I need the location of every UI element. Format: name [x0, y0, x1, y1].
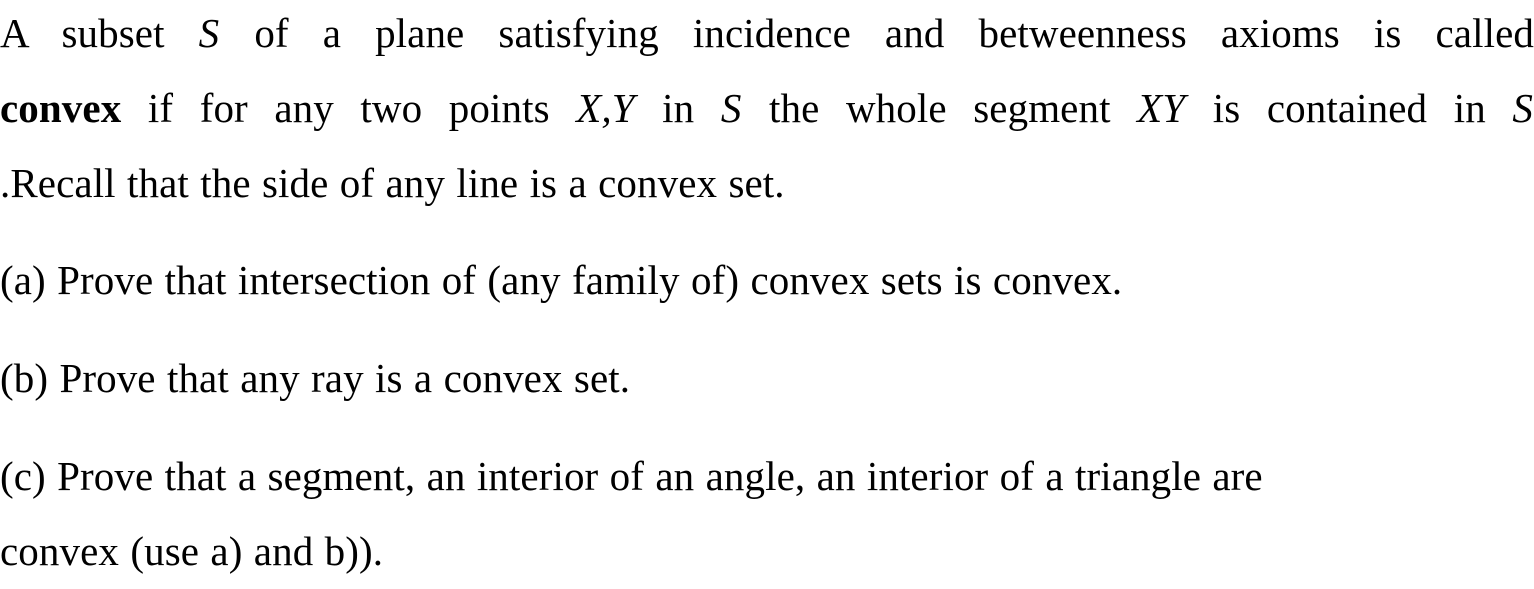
- intro-line-1: A subset S of a plane satisfying inciden…: [0, 0, 1534, 71]
- exercise-item-c: (c) Prove that a segment, an interior of…: [0, 439, 1534, 589]
- math-symbol-XY-segment: XY: [1137, 85, 1186, 131]
- math-symbol-S: S: [198, 10, 220, 56]
- exercise-item-c-line-2: convex (use a) and b)).: [0, 528, 384, 574]
- intro-line2-seg-a: if for any two points: [121, 85, 577, 131]
- math-symbol-XY-points: X,Y: [576, 85, 635, 131]
- intro-line-2: convex if for any two points X,Y in S th…: [0, 71, 1534, 146]
- intro-line-3: .Recall that the side of any line is a c…: [0, 160, 785, 206]
- term-convex: convex: [0, 85, 122, 131]
- intro-text-before-S: A subset: [0, 10, 199, 56]
- intro-line2-seg-b: in: [635, 85, 721, 131]
- exercise-item-c-line-1: (c) Prove that a segment, an interior of…: [0, 453, 1263, 499]
- document-page: A subset S of a plane satisfying inciden…: [0, 0, 1534, 574]
- intro-text-after-S: of a plane satisfying incidence and betw…: [220, 10, 1534, 56]
- exercise-item-b: (b) Prove that any ray is a convex set.: [0, 355, 631, 401]
- intro-line2-seg-d: is contained in: [1186, 85, 1513, 131]
- exercise-item-a: (a) Prove that intersection of (any fami…: [0, 257, 1123, 303]
- math-symbol-S-3: S: [1512, 85, 1533, 131]
- math-symbol-S-2: S: [720, 85, 742, 131]
- intro-paragraph: A subset S of a plane satisfying inciden…: [0, 0, 1534, 221]
- intro-line2-seg-c: the whole segment: [742, 85, 1138, 131]
